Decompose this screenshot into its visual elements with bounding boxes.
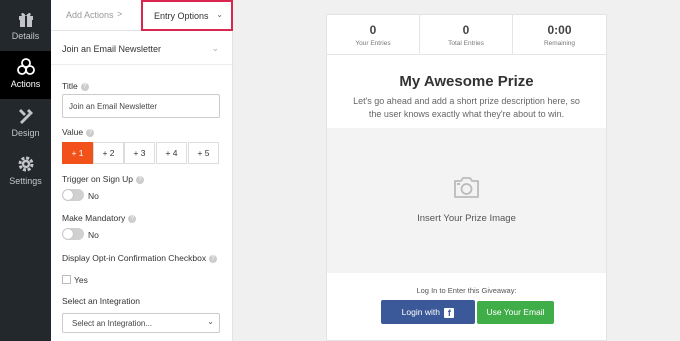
optin-checkbox[interactable] <box>62 275 71 284</box>
login-prompt: Log In to Enter this Giveaway: <box>416 286 517 295</box>
mandatory-toggle[interactable] <box>62 228 84 240</box>
value-field-label: Value? <box>62 127 95 137</box>
giveaway-preview: 0 Your Entries 0 Total Entries 0:00 Rema… <box>326 14 607 341</box>
integration-select[interactable]: Select an Integration... ⌄ <box>62 313 220 333</box>
optin-field-label: Display Opt-in Confirmation Checkbox? <box>62 253 218 263</box>
nav-label: Actions <box>10 79 41 89</box>
title-label: Title <box>62 81 78 91</box>
stat-your-entries: 0 Your Entries <box>327 15 420 55</box>
optin-label: Display Opt-in Confirmation Checkbox <box>62 253 207 263</box>
value-label: Value <box>62 127 84 137</box>
nav-item-settings[interactable]: Settings <box>0 147 51 195</box>
value-option-4[interactable]: + 4 <box>156 142 187 164</box>
section-title: Join an Email Newsletter <box>62 44 162 54</box>
nav-item-actions[interactable]: Actions <box>0 51 51 99</box>
mandatory-state: No <box>88 230 99 240</box>
nav-label: Details <box>11 31 40 41</box>
integration-select-value: Select an Integration... <box>72 319 153 328</box>
value-option-3[interactable]: + 3 <box>124 142 155 164</box>
action-settings-panel: Add Actions > Entry Options ⌄ Join an Em… <box>51 0 233 341</box>
chevron-right-icon: > <box>117 9 123 19</box>
use-email-button[interactable]: Use Your Email <box>477 301 554 324</box>
breadcrumb-add-actions[interactable]: Add Actions <box>66 10 114 20</box>
help-icon[interactable]: ? <box>86 129 95 137</box>
actions-icon <box>16 58 35 75</box>
prize-title: My Awesome Prize <box>399 73 534 90</box>
stat-value: 0:00 <box>547 23 572 37</box>
value-button-group: + 1 + 2 + 3 + 4 + 5 <box>62 142 219 164</box>
entry-options-label: Entry Options <box>154 11 209 21</box>
breadcrumb: Add Actions > Entry Options ⌄ <box>51 0 233 31</box>
login-facebook-label: Login with <box>401 307 440 317</box>
title-input[interactable]: Join an Email Newsletter <box>62 94 220 118</box>
help-icon[interactable]: ? <box>128 215 137 223</box>
stat-value: 0 <box>462 23 470 37</box>
breadcrumb-entry-options[interactable]: Entry Options ⌄ <box>141 0 233 31</box>
chevron-down-icon: ⌄ <box>207 317 214 326</box>
help-icon[interactable]: ? <box>136 176 145 184</box>
integration-field-label: Select an Integration <box>62 296 140 306</box>
mandatory-label: Make Mandatory <box>62 213 126 223</box>
camera-icon <box>454 177 479 198</box>
prize-description: Let's go ahead and add a short prize des… <box>353 96 580 119</box>
nav-label: Settings <box>9 176 42 186</box>
trigger-state: No <box>88 191 99 201</box>
chevron-down-icon: ⌄ <box>216 10 223 19</box>
trigger-label: Trigger on Sign Up <box>62 174 134 184</box>
design-icon <box>18 109 33 124</box>
stat-value: 0 <box>369 23 377 37</box>
chevron-down-icon: ⌄ <box>211 43 219 53</box>
value-option-2[interactable]: + 2 <box>93 142 124 164</box>
trigger-field-label: Trigger on Sign Up? <box>62 174 145 184</box>
nav-label: Design <box>11 128 40 138</box>
stat-caption: Total Entries <box>448 40 484 47</box>
action-section-header[interactable]: Join an Email Newsletter ⌄ <box>51 31 233 65</box>
nav-item-design[interactable]: Design <box>0 99 51 147</box>
stat-total-entries: 0 Total Entries <box>420 15 513 55</box>
gear-icon <box>18 156 33 172</box>
gift-icon <box>18 12 33 27</box>
prize-image-placeholder[interactable]: Insert Your Prize Image <box>327 128 606 273</box>
title-field-label: Title? <box>62 81 89 91</box>
nav-item-details[interactable]: Details <box>0 2 51 50</box>
facebook-icon: f <box>444 308 455 318</box>
help-icon[interactable]: ? <box>209 255 218 263</box>
optin-checkbox-label: Yes <box>74 275 88 285</box>
prize-image-label: Insert Your Prize Image <box>417 213 516 224</box>
stat-remaining: 0:00 Remaining <box>513 15 606 55</box>
stat-caption: Your Entries <box>355 40 391 47</box>
help-icon[interactable]: ? <box>80 83 89 91</box>
login-facebook-button[interactable]: Login with f <box>381 300 475 324</box>
left-nav: Details Actions Design Settings <box>0 0 51 341</box>
value-option-5[interactable]: + 5 <box>188 142 219 164</box>
mandatory-field-label: Make Mandatory? <box>62 213 137 223</box>
stat-caption: Remaining <box>543 40 576 47</box>
value-option-1[interactable]: + 1 <box>62 142 93 164</box>
entry-stats: 0 Your Entries 0 Total Entries 0:00 Rema… <box>327 15 606 55</box>
trigger-toggle[interactable] <box>62 189 84 201</box>
